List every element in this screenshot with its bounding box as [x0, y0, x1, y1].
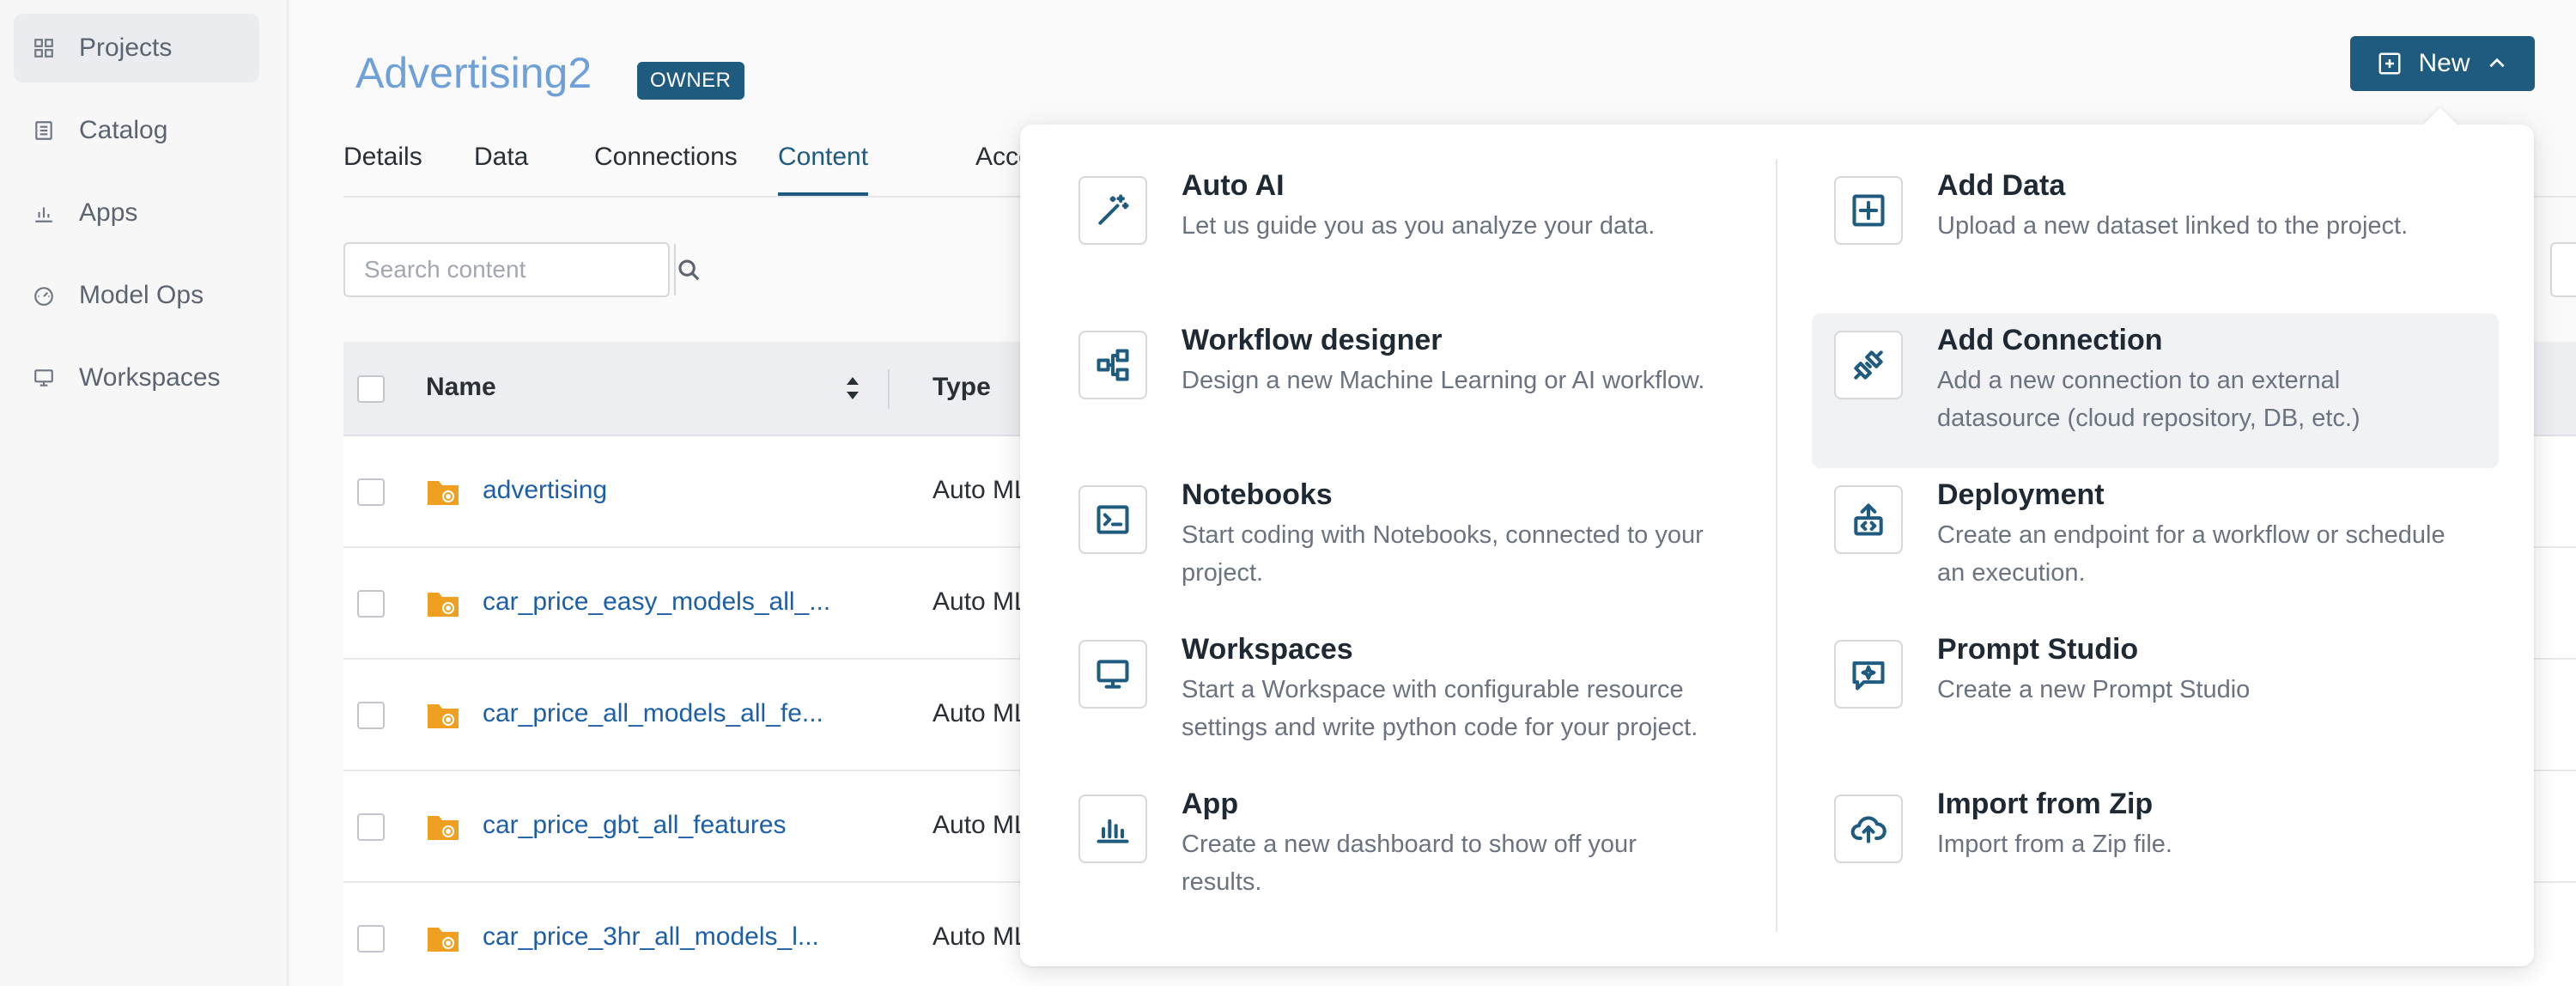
select-all-checkbox[interactable] — [357, 375, 385, 403]
sidebar-item-projects[interactable]: Projects — [14, 14, 259, 82]
item-name-link[interactable]: car_price_easy_models_all_... — [483, 587, 830, 617]
menu-item-desc: Create a new Prompt Studio — [1937, 676, 2251, 703]
menu-item-title: App — [1182, 788, 1239, 820]
add-square-icon — [2379, 52, 2401, 75]
page-title: Advertising2 — [355, 49, 592, 97]
menu-item-notebooks[interactable]: Notebooks Start coding with Notebooks, c… — [1020, 434, 1707, 588]
sidebar-item-label: Projects — [79, 33, 173, 62]
monitor-icon — [1078, 640, 1147, 709]
menu-item-title: Notebooks — [1182, 478, 1333, 511]
item-name-link[interactable]: car_price_3hr_all_models_l... — [483, 922, 819, 952]
sidebar-item-workspaces[interactable]: Workspaces — [14, 344, 259, 412]
item-type: Auto ML — [933, 587, 1029, 616]
tab-details[interactable]: Details — [343, 143, 422, 196]
sidebar-item-model-ops[interactable]: Model Ops — [14, 261, 259, 330]
column-divider — [888, 369, 890, 409]
sidebar-item-label: Model Ops — [79, 281, 204, 309]
column-header-name[interactable]: Name — [426, 373, 496, 402]
menu-item-title: Prompt Studio — [1937, 633, 2139, 666]
owner-badge: OWNER — [637, 62, 744, 100]
sidebar-item-label: Apps — [79, 198, 138, 227]
menu-item-desc: Design a new Machine Learning or AI work… — [1182, 367, 1705, 394]
tab-content[interactable]: Content — [778, 143, 869, 196]
item-type: Auto ML — [933, 922, 1029, 951]
new-button[interactable]: New — [2350, 36, 2535, 91]
item-type: Auto ML — [933, 699, 1029, 727]
sidebar-item-label: Workspaces — [79, 363, 221, 392]
menu-item-title: Add Connection — [1937, 324, 2163, 356]
row-checkbox[interactable] — [357, 813, 385, 841]
menu-item-import-zip[interactable]: Import from Zip Import from a Zip file. — [1776, 743, 2463, 898]
sidebar: Projects Catalog Apps Model Ops Workspac… — [0, 0, 289, 986]
menu-item-deployment[interactable]: Deployment Create an endpoint for a work… — [1776, 434, 2463, 588]
menu-item-desc: Upload a new dataset linked to the proje… — [1937, 212, 2409, 240]
search-input[interactable] — [345, 244, 674, 295]
item-name-link[interactable]: car_price_gbt_all_features — [483, 811, 787, 840]
book-icon — [31, 118, 57, 143]
bar-chart-icon — [31, 200, 57, 226]
bar-chart-icon — [1078, 794, 1147, 863]
menu-item-title: Import from Zip — [1937, 788, 2154, 820]
menu-item-add-data[interactable]: Add Data Upload a new dataset linked to … — [1776, 125, 2463, 279]
sidebar-item-label: Catalog — [79, 116, 168, 144]
item-type: Auto ML — [933, 476, 1029, 504]
grid-icon — [31, 35, 57, 61]
menu-item-workflow-designer[interactable]: Workflow designer Design a new Machine L… — [1020, 279, 1707, 434]
menu-item-prompt-studio[interactable]: Prompt Studio Create a new Prompt Studio — [1776, 588, 2463, 743]
menu-item-desc: Start a Workspace with configurable reso… — [1182, 676, 1698, 741]
menu-item-desc: Import from a Zip file. — [1937, 831, 2172, 858]
deploy-icon — [1834, 485, 1903, 554]
row-checkbox[interactable] — [357, 925, 385, 953]
tab-connections[interactable]: Connections — [594, 143, 738, 196]
automl-folder-icon — [428, 593, 459, 617]
search-button[interactable] — [674, 244, 702, 295]
automl-folder-icon — [428, 704, 459, 728]
automl-folder-icon — [428, 481, 459, 505]
menu-item-auto-ai[interactable]: Auto AI Let us guide you as you analyze … — [1020, 125, 1707, 279]
menu-item-workspaces[interactable]: Workspaces Start a Workspace with config… — [1020, 588, 1707, 743]
menu-item-desc: Create an endpoint for a workflow or sch… — [1937, 521, 2445, 587]
menu-item-title: Auto AI — [1182, 169, 1285, 202]
plug-icon — [1834, 331, 1903, 399]
menu-item-app[interactable]: App Create a new dashboard to show off y… — [1020, 743, 1707, 898]
search-icon — [678, 259, 700, 281]
menu-item-desc: Let us guide you as you analyze your dat… — [1182, 212, 1656, 240]
add-square-icon — [1834, 176, 1903, 245]
menu-item-title: Deployment — [1937, 478, 2105, 511]
magic-wand-icon — [1078, 176, 1147, 245]
terminal-icon — [1078, 485, 1147, 554]
row-checkbox[interactable] — [357, 590, 385, 618]
cloud-upload-icon — [1834, 794, 1903, 863]
toolbar-edge-control[interactable] — [2550, 242, 2576, 297]
monitor-icon — [31, 365, 57, 391]
row-checkbox[interactable] — [357, 478, 385, 506]
menu-item-title: Workflow designer — [1182, 324, 1443, 356]
menu-item-title: Workspaces — [1182, 633, 1353, 666]
sidebar-item-apps[interactable]: Apps — [14, 179, 259, 247]
column-header-type[interactable]: Type — [933, 373, 991, 402]
item-name-link[interactable]: advertising — [483, 476, 607, 505]
item-name-link[interactable]: car_price_all_models_all_fe... — [483, 699, 823, 728]
sort-icon[interactable] — [843, 373, 862, 404]
menu-item-desc: Add a new connection to an external data… — [1937, 367, 2360, 432]
menu-item-desc: Create a new dashboard to show off your … — [1182, 831, 1637, 896]
menu-item-desc: Start coding with Notebooks, connected t… — [1182, 521, 1704, 587]
new-button-label: New — [2418, 49, 2470, 77]
new-item-menu: Auto AI Let us guide you as you analyze … — [1020, 107, 2534, 966]
automl-folder-icon — [428, 816, 459, 840]
item-type: Auto ML — [933, 811, 1029, 839]
sidebar-item-catalog[interactable]: Catalog — [14, 96, 259, 165]
menu-item-title: Add Data — [1937, 169, 2066, 202]
row-checkbox[interactable] — [357, 702, 385, 729]
chevron-up-icon — [2488, 58, 2505, 68]
workflow-icon — [1078, 331, 1147, 399]
gauge-icon — [31, 283, 57, 308]
sparkle-chat-icon — [1834, 640, 1903, 709]
automl-folder-icon — [428, 928, 459, 952]
tab-data[interactable]: Data — [474, 143, 528, 196]
search-box — [343, 242, 700, 297]
